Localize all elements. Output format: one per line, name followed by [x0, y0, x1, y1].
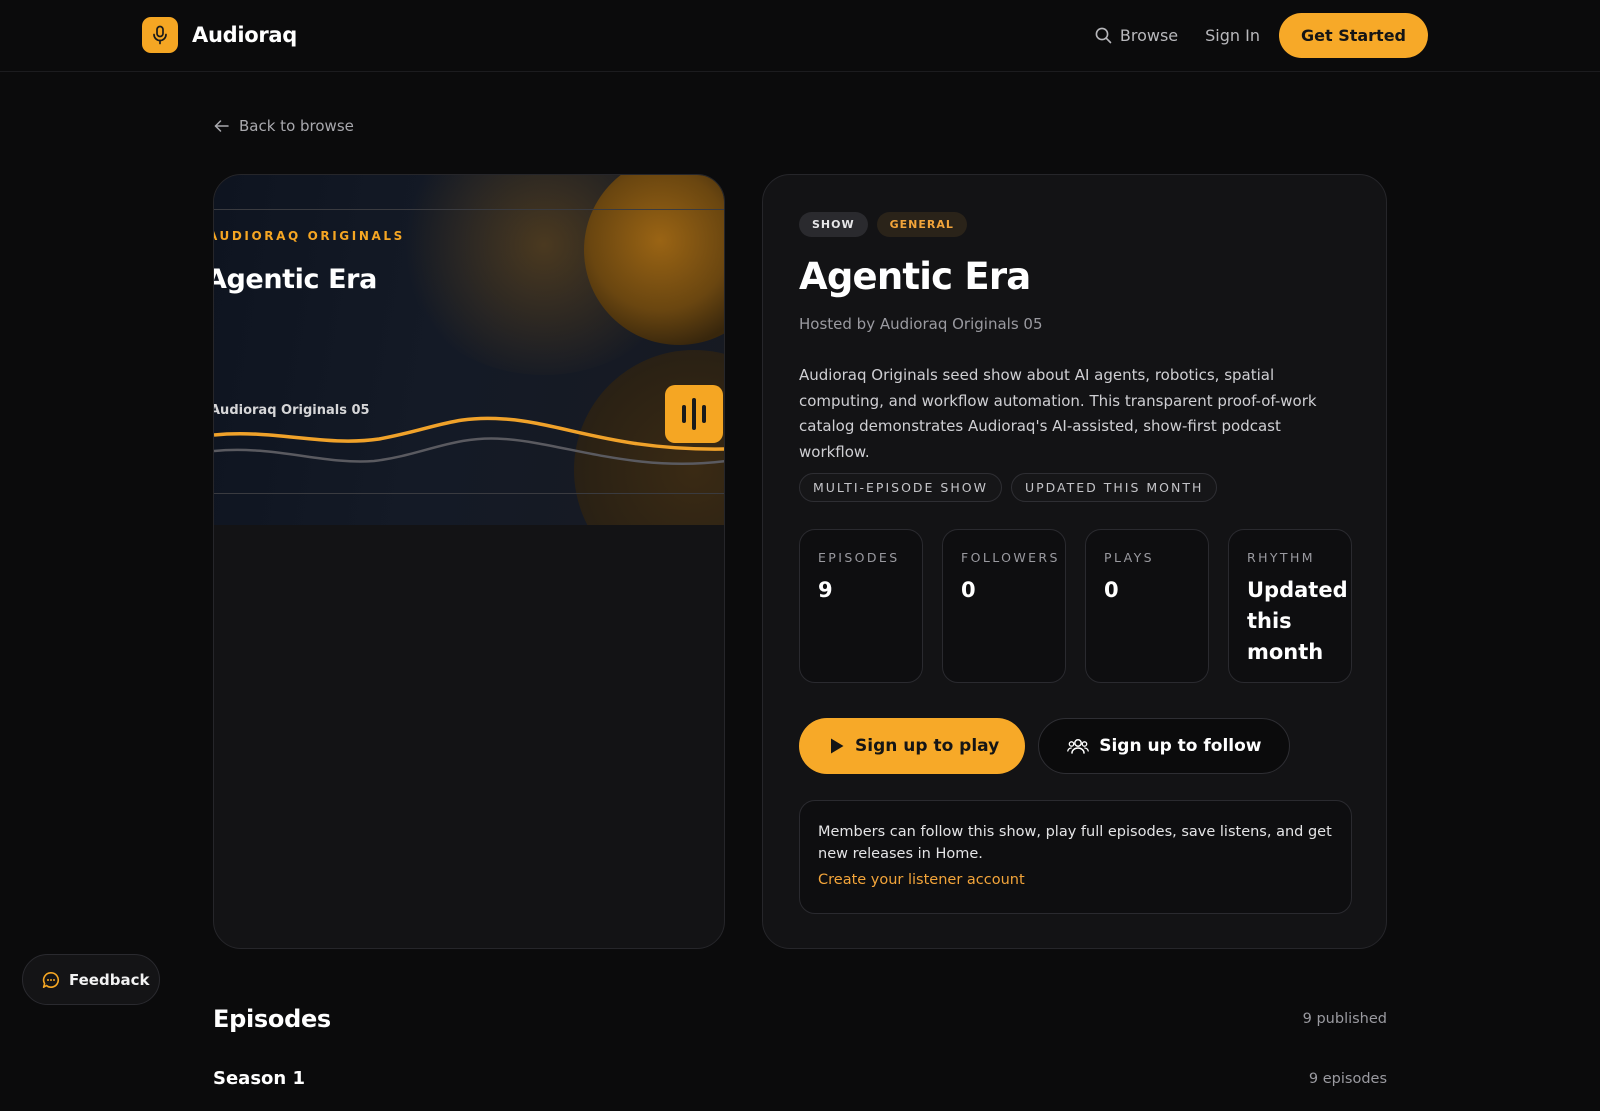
episodes-heading: Episodes	[213, 1005, 331, 1033]
chat-bubble-icon	[42, 971, 60, 988]
stats-row: EPISODES 9 FOLLOWERS 0 PLAYS 0 RHYTHM Up…	[799, 529, 1352, 683]
cover-brand: AUDIORAQ ORIGINALS	[214, 229, 405, 243]
stat-label: FOLLOWERS	[961, 550, 1060, 565]
sign-up-to-play-button[interactable]: Sign up to play	[799, 718, 1026, 774]
stat-label: RHYTHM	[1247, 550, 1315, 565]
cover-divider-bottom	[214, 493, 724, 494]
get-started-button[interactable]: Get Started	[1278, 13, 1428, 58]
tag-updated: UPDATED THIS MONTH	[1010, 473, 1218, 502]
stat-value: 0	[1104, 578, 1119, 602]
show-title: Agentic Era	[799, 255, 1031, 298]
sign-up-to-follow-button[interactable]: Sign up to follow	[1038, 718, 1290, 774]
stat-followers: FOLLOWERS 0	[942, 529, 1066, 683]
action-buttons: Sign up to play Sign up to follow	[799, 718, 1290, 774]
app-name: Audioraq	[192, 23, 298, 47]
stat-value: Updated this month	[1247, 578, 1348, 664]
play-label: Sign up to play	[855, 736, 1000, 756]
show-description: Audioraq Originals seed show about AI ag…	[799, 366, 1317, 461]
search-icon	[1095, 27, 1112, 44]
season-count: 9 episodes	[1308, 1071, 1387, 1087]
show-tags: MULTI-EPISODE SHOW UPDATED THIS MONTH	[799, 473, 1218, 502]
type-badge: SHOW	[799, 212, 868, 237]
tag-multi-episode: MULTI-EPISODE SHOW	[799, 473, 1002, 502]
play-icon	[831, 738, 844, 754]
season-heading[interactable]: Season 1	[213, 1068, 305, 1089]
member-info-box: Members can follow this show, play full …	[799, 800, 1352, 914]
feedback-label: Feedback	[69, 970, 150, 989]
back-to-browse-link[interactable]: Back to browse	[214, 117, 354, 135]
top-nav: Browse Sign In Get Started	[1095, 13, 1428, 58]
feedback-button[interactable]: Feedback	[22, 954, 160, 1005]
cover-card: AUDIORAQ ORIGINALS Agentic Era Audioraq …	[213, 174, 725, 949]
create-account-link[interactable]: Create your listener account	[818, 872, 1025, 888]
stat-episodes: EPISODES 9	[799, 529, 923, 683]
badges: SHOW GENERAL	[799, 212, 967, 237]
hosted-by: Hosted by Audioraq Originals 05	[799, 315, 1043, 333]
cover-art: AUDIORAQ ORIGINALS Agentic Era Audioraq …	[214, 175, 724, 525]
stat-plays: PLAYS 0	[1085, 529, 1209, 683]
stat-label: EPISODES	[818, 550, 900, 565]
episodes-count: 9 published	[1302, 1011, 1387, 1027]
cover-waveform-graphic	[214, 416, 724, 466]
users-icon	[1067, 739, 1090, 754]
cover-divider-top	[214, 209, 724, 210]
show-info-card: SHOW GENERAL Agentic Era Hosted by Audio…	[762, 174, 1387, 949]
top-header: Audioraq Browse Sign In Get Started	[0, 0, 1600, 72]
browse-label: Browse	[1119, 26, 1179, 45]
stat-rhythm: RHYTHM Updated this month	[1228, 529, 1352, 683]
member-text: Members can follow this show, play full …	[818, 824, 1332, 862]
logo[interactable]: Audioraq	[142, 17, 297, 53]
microphone-icon	[142, 17, 178, 53]
browse-link[interactable]: Browse	[1095, 26, 1178, 45]
waveform-icon	[665, 385, 723, 443]
cover-title: Agentic Era	[214, 264, 377, 295]
category-badge: GENERAL	[876, 212, 967, 237]
back-label: Back to browse	[239, 117, 354, 135]
arrow-left-icon	[214, 120, 229, 132]
stat-value: 0	[961, 578, 976, 602]
sign-in-link[interactable]: Sign In	[1205, 26, 1260, 45]
stat-label: PLAYS	[1104, 550, 1154, 565]
follow-label: Sign up to follow	[1099, 736, 1262, 756]
sign-in-label: Sign In	[1205, 26, 1260, 45]
stat-value: 9	[818, 578, 833, 602]
